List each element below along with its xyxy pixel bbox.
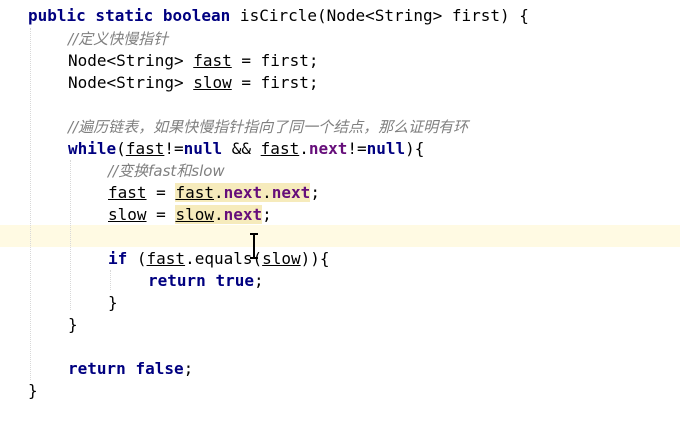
- code-line-comment[interactable]: //遍历链表，如果快慢指针指向了同一个结点，那么证明有环: [68, 116, 468, 138]
- code-text: isCircle(Node<String> first) {: [230, 6, 529, 25]
- field-next: next: [271, 183, 311, 202]
- code-line-comment[interactable]: //定义快慢指针: [68, 28, 168, 50]
- code-text: !=: [347, 139, 367, 158]
- current-line-highlight: [0, 225, 680, 247]
- field-next: next: [223, 205, 263, 224]
- keyword: true: [215, 271, 254, 290]
- code-line-close-brace[interactable]: }: [108, 292, 118, 314]
- code-text: .: [262, 183, 272, 202]
- variable-fast: fast: [175, 183, 214, 202]
- code-line-fast-assign[interactable]: fast = fast.next.next;: [108, 182, 320, 204]
- variable-fast: fast: [108, 183, 147, 202]
- indent-guide: [30, 28, 31, 380]
- keyword: return: [68, 359, 126, 378]
- text-cursor-icon: [250, 233, 258, 259]
- code-text: ;: [262, 205, 272, 224]
- code-text: &&: [222, 139, 261, 158]
- variable-slow: slow: [108, 205, 147, 224]
- field-next: next: [308, 139, 348, 158]
- code-text: ){: [405, 139, 425, 158]
- code-text: )){: [300, 249, 330, 268]
- brace: }: [68, 315, 78, 334]
- field-next: next: [223, 183, 263, 202]
- code-text: ;: [310, 183, 320, 202]
- code-line-method-signature[interactable]: public static boolean isCircle(Node<Stri…: [28, 5, 529, 27]
- code-text: .: [213, 183, 224, 202]
- code-line-close-brace[interactable]: }: [68, 314, 78, 336]
- code-line-close-brace[interactable]: }: [28, 380, 38, 402]
- comment-text: //变换fast和slow: [108, 162, 225, 180]
- indent-guide: [110, 270, 111, 290]
- variable-fast: fast: [125, 139, 165, 158]
- keyword: null: [183, 139, 223, 158]
- code-line-fast-decl[interactable]: Node<String> fast = first;: [68, 50, 318, 72]
- code-text: =: [146, 183, 176, 202]
- code-text: .: [213, 205, 224, 224]
- variable-fast: fast: [193, 51, 232, 70]
- code-line-slow-decl[interactable]: Node<String> slow = first;: [68, 72, 318, 94]
- code-editor[interactable]: public static boolean isCircle(Node<Stri…: [0, 0, 680, 423]
- variable-slow: slow: [175, 205, 214, 224]
- comment-text: //定义快慢指针: [68, 30, 169, 48]
- brace: }: [28, 381, 38, 400]
- code-line-if[interactable]: if (fast.equals(slow)){: [108, 248, 330, 270]
- brace: }: [108, 293, 118, 312]
- keyword: while: [68, 139, 117, 158]
- variable-slow: slow: [193, 73, 232, 92]
- code-line-comment[interactable]: //变换fast和slow: [108, 160, 225, 182]
- comment-text: //遍历链表，如果快慢指针指向了同一个结点，那么证明有环: [68, 118, 469, 136]
- code-text: = first;: [231, 73, 319, 92]
- code-text: .: [299, 139, 309, 158]
- variable-slow: slow: [262, 249, 301, 268]
- keyword: null: [366, 139, 406, 158]
- keyword: false: [135, 359, 184, 378]
- indent-guide: [70, 160, 71, 310]
- type-text: Node<String>: [68, 73, 194, 92]
- code-line-return-true[interactable]: return true;: [148, 270, 264, 292]
- code-line-slow-assign[interactable]: slow = slow.next;: [108, 204, 272, 226]
- keyword: public static boolean: [28, 6, 231, 25]
- code-text: (: [116, 139, 126, 158]
- code-text: =: [146, 205, 176, 224]
- code-line-while[interactable]: while(fast!=null && fast.next!=null){: [68, 138, 424, 160]
- code-text: !=: [164, 139, 184, 158]
- type-text: Node<String>: [68, 51, 194, 70]
- keyword: return: [148, 271, 206, 290]
- variable-fast: fast: [146, 249, 186, 268]
- code-text: = first;: [231, 51, 319, 70]
- code-text: (: [127, 249, 147, 268]
- code-text: ;: [253, 271, 264, 290]
- code-line-return-false[interactable]: return false;: [68, 358, 193, 380]
- keyword: if: [108, 249, 128, 268]
- code-text: ;: [183, 359, 194, 378]
- variable-fast: fast: [260, 139, 300, 158]
